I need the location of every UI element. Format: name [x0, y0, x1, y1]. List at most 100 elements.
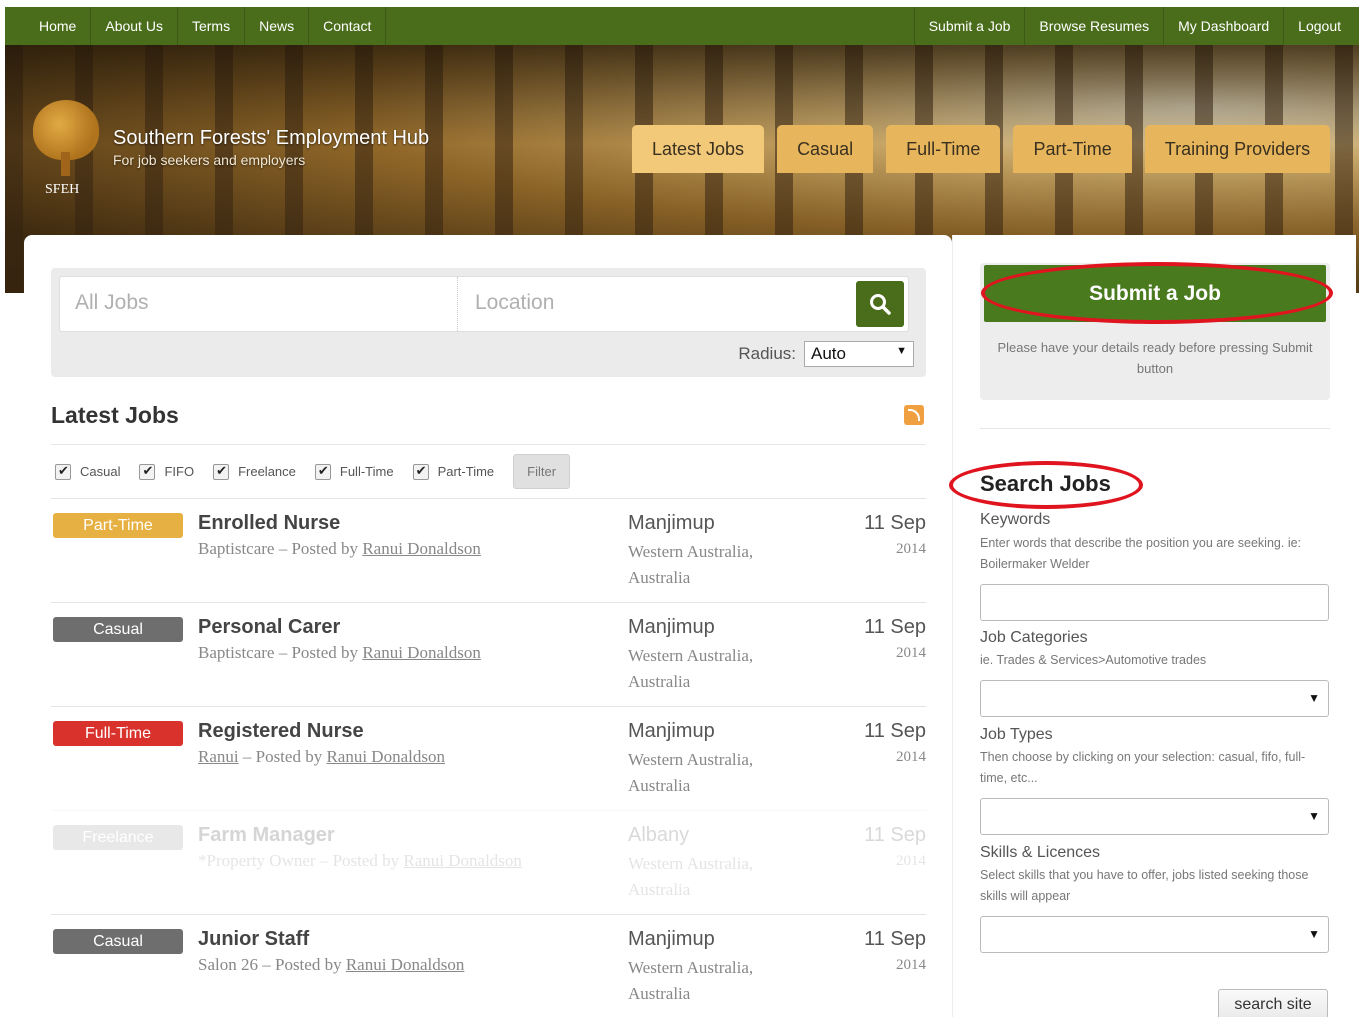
job-year: 2014 [896, 645, 926, 661]
job-city: Manjimup [628, 512, 715, 534]
nav-terms[interactable]: Terms [178, 7, 246, 45]
posted-by-text: – Posted by [315, 851, 404, 870]
job-row[interactable]: Freelance Farm Manager *Property Owner – P… [51, 810, 926, 914]
radius-label: Radius: [738, 344, 796, 363]
job-meta: Ranui – Posted by Ranui Donaldson [198, 747, 445, 767]
posted-by-text: – Posted by [257, 955, 346, 974]
job-date: 11 Sep [864, 720, 926, 742]
job-date: 11 Sep [864, 512, 926, 534]
job-type-badge: Casual [53, 617, 183, 642]
job-title-link[interactable]: Registered Nurse [198, 720, 364, 743]
sidebar-keywords-input[interactable] [980, 584, 1329, 621]
checkbox[interactable] [213, 463, 230, 480]
tree-trunk [61, 152, 70, 176]
job-types-help: Then choose by clicking on your selectio… [980, 750, 1306, 785]
radius-control: Radius: Auto ▼ [738, 341, 914, 367]
job-type-badge: Full-Time [53, 721, 183, 746]
tab-training-providers[interactable]: Training Providers [1144, 125, 1331, 173]
nav-submit-a-job[interactable]: Submit a Job [913, 7, 1025, 45]
poster-link[interactable]: Ranui Donaldson [346, 955, 465, 974]
tab-full-time[interactable]: Full-Time [886, 125, 1001, 173]
top-nav: Home About Us Terms News Contact Submit … [5, 7, 1359, 45]
nav-my-dashboard[interactable]: My Dashboard [1163, 7, 1283, 45]
job-region: Western Australia, Australia [628, 750, 754, 795]
job-city: Albany [628, 824, 690, 846]
filter-casual[interactable]: Casual [55, 463, 120, 480]
job-row[interactable]: Part-Time Enrolled Nurse Baptistcare – Pos… [51, 498, 926, 602]
nav-browse-resumes[interactable]: Browse Resumes [1024, 7, 1163, 45]
job-types-select[interactable]: ▼ [980, 798, 1329, 835]
filter-freelance[interactable]: Freelance [213, 463, 296, 480]
submit-job-box: Submit a Job Please have your details re… [980, 263, 1330, 400]
chevron-down-icon: ▼ [1308, 691, 1320, 705]
job-date: 11 Sep [864, 928, 926, 950]
keywords-input[interactable]: All Jobs [60, 277, 458, 331]
search-button[interactable] [856, 281, 904, 327]
nav-about-us[interactable]: About Us [91, 7, 178, 45]
chevron-down-icon: ▼ [1308, 809, 1320, 823]
poster-link[interactable]: Ranui Donaldson [362, 643, 481, 662]
submit-a-job-button[interactable]: Submit a Job [984, 265, 1326, 322]
job-city: Manjimup [628, 720, 715, 742]
job-categories-select[interactable]: ▼ [980, 680, 1329, 717]
poster-link[interactable]: Ranui Donaldson [403, 851, 522, 870]
checkbox[interactable] [139, 463, 156, 480]
job-meta: Salon 26 – Posted by Ranui Donaldson [198, 955, 464, 975]
tree-logo-icon [33, 100, 99, 160]
tab-casual[interactable]: Casual [777, 125, 874, 173]
skills-licences-help: Select skills that you have to offer, jo… [980, 868, 1309, 903]
filter-fifo[interactable]: FIFO [139, 463, 194, 480]
job-region: Western Australia, Australia [628, 854, 754, 899]
job-type-badge: Casual [53, 929, 183, 954]
company-name: Salon 26 [198, 955, 258, 974]
filter-full-time[interactable]: Full-Time [314, 463, 394, 480]
company-name: Baptistcare [198, 643, 275, 662]
latest-jobs-heading: Latest Jobs [51, 402, 179, 428]
posted-by-text: – Posted by [274, 643, 363, 662]
poster-link[interactable]: Ranui Donaldson [326, 747, 445, 766]
nav-contact[interactable]: Contact [309, 7, 387, 45]
posted-by-text: – Posted by [238, 747, 327, 766]
category-tabs: Latest Jobs Casual Full-Time Part-Time T… [632, 125, 1331, 173]
job-title-link[interactable]: Farm Manager [198, 824, 335, 847]
top-nav-left: Home About Us Terms News Contact [5, 7, 387, 45]
search-site-button[interactable]: search site [1218, 989, 1328, 1017]
checkbox[interactable] [412, 463, 429, 480]
nav-news[interactable]: News [245, 7, 310, 45]
job-title-link[interactable]: Personal Carer [198, 616, 340, 639]
job-row[interactable]: Casual Personal Carer Baptistcare – Posted… [51, 602, 926, 706]
job-year: 2014 [896, 749, 926, 765]
job-title-link[interactable]: Enrolled Nurse [198, 512, 340, 535]
checkbox[interactable] [314, 463, 331, 480]
job-categories-help: ie. Trades & Services>Automotive trades [980, 653, 1207, 667]
job-types-label: Job Types [980, 726, 1053, 743]
company-name[interactable]: Ranui [198, 747, 239, 766]
radius-select[interactable]: Auto ▼ [804, 341, 914, 367]
job-search-panel: All Jobs Location Radius: Auto ▼ [51, 268, 926, 377]
job-row[interactable]: Full-Time Registered Nurse Ranui – Posted … [51, 706, 926, 810]
rss-feed-icon[interactable] [904, 405, 924, 425]
tab-latest-jobs[interactable]: Latest Jobs [632, 125, 765, 173]
sidebar: Submit a Job Please have your details re… [949, 235, 1356, 1017]
filter-button[interactable]: Filter [513, 454, 571, 489]
search-bar: All Jobs Location [59, 276, 909, 332]
site-logo[interactable]: SFEH [25, 100, 105, 197]
job-year: 2014 [896, 541, 926, 557]
job-city: Manjimup [628, 616, 715, 638]
job-title-link[interactable]: Junior Staff [198, 928, 309, 951]
tab-part-time[interactable]: Part-Time [1013, 125, 1132, 173]
filter-part-time[interactable]: Part-Time [412, 463, 494, 480]
job-row[interactable]: Casual Junior Staff Salon 26 – Posted by R… [51, 914, 926, 1017]
logo-abbreviation: SFEH [45, 182, 80, 197]
job-type-badge: Freelance [53, 825, 183, 850]
location-input[interactable]: Location [460, 277, 858, 331]
chevron-down-icon: ▼ [1308, 927, 1320, 941]
skills-licences-select[interactable]: ▼ [980, 916, 1329, 953]
nav-logout[interactable]: Logout [1283, 7, 1359, 45]
site-title[interactable]: Southern Forests' Employment Hub [113, 127, 429, 150]
poster-link[interactable]: Ranui Donaldson [362, 539, 481, 558]
nav-home[interactable]: Home [5, 7, 92, 45]
divider [980, 428, 1330, 429]
skills-licences-label: Skills & Licences [980, 844, 1101, 861]
checkbox[interactable] [55, 463, 71, 480]
